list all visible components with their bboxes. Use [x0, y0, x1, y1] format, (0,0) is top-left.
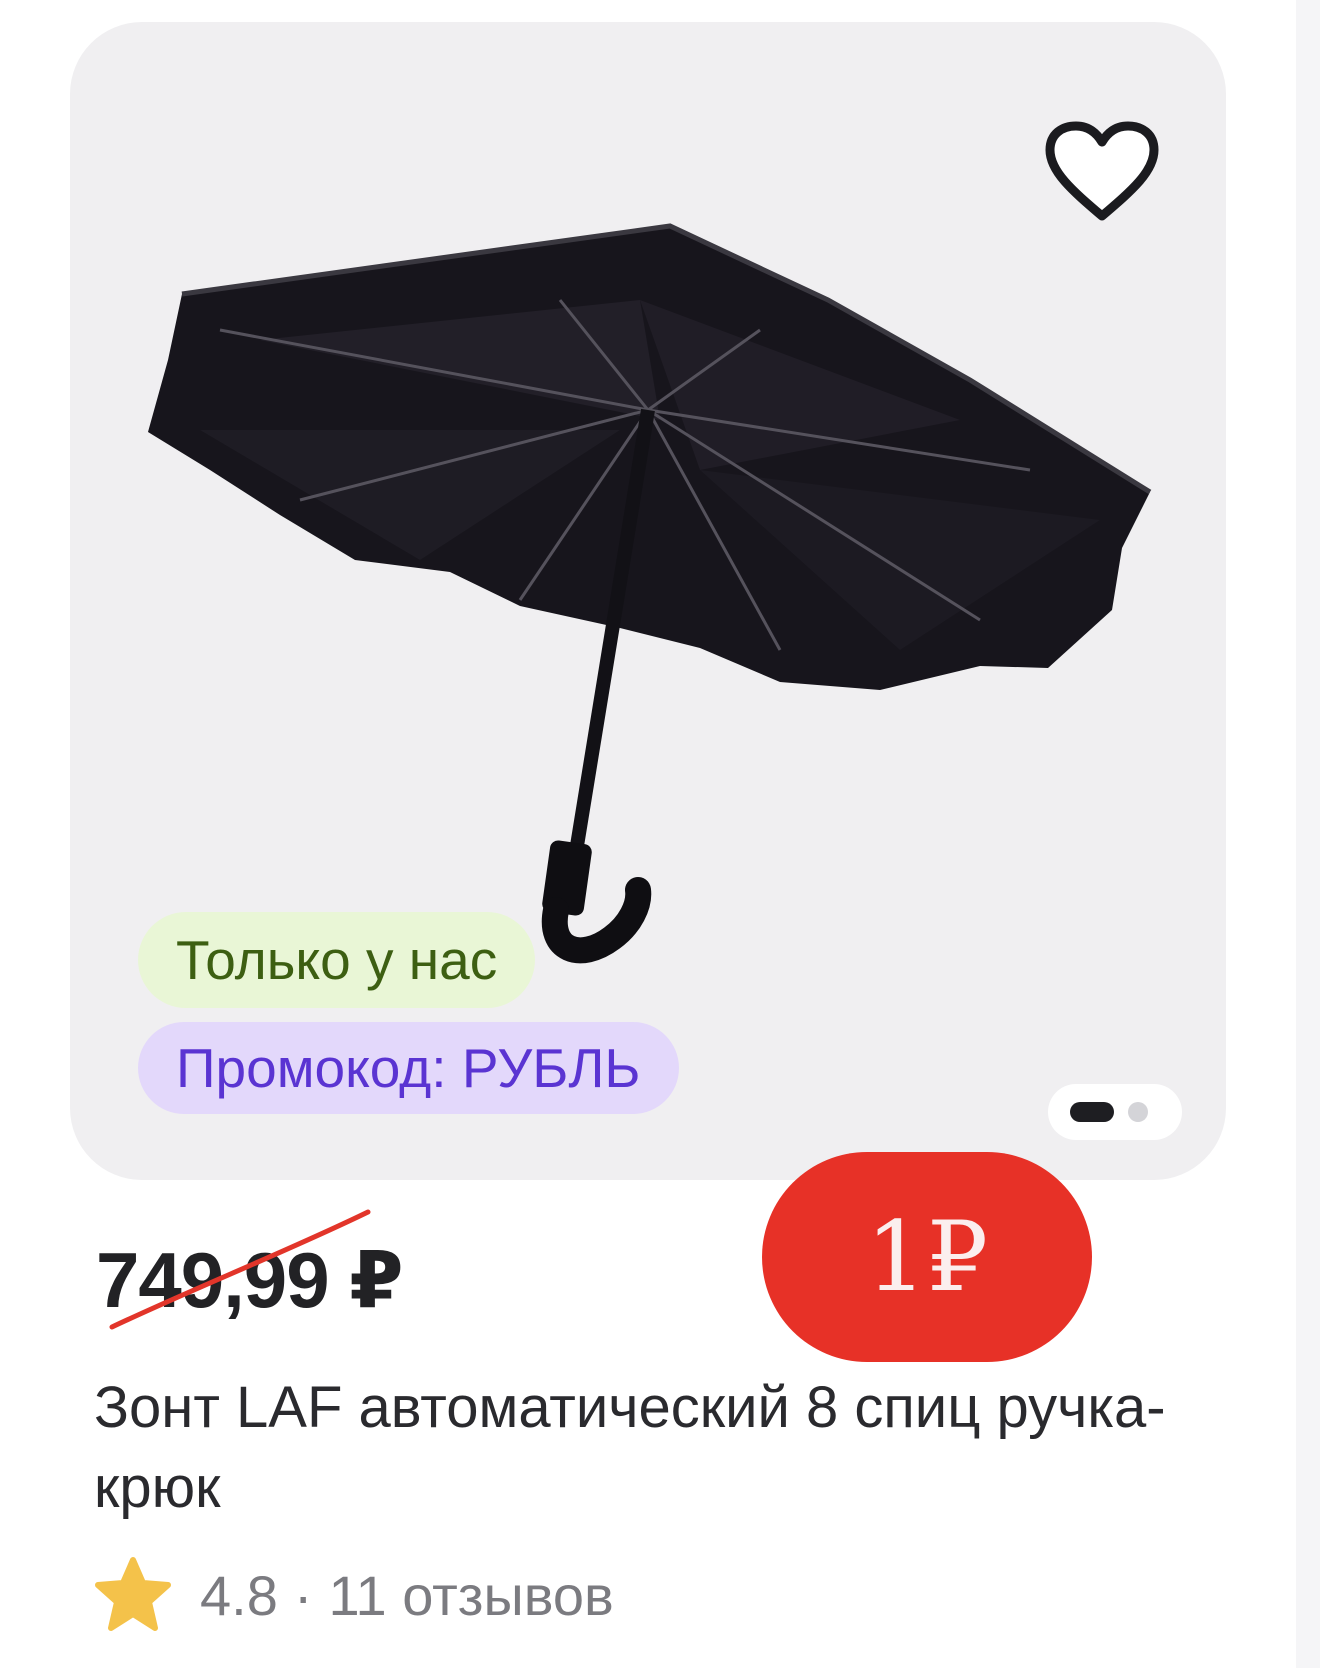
reviews-count[interactable]: 11 отзывов: [329, 1563, 614, 1628]
promo-code-badge[interactable]: Промокод: РУБЛЬ: [138, 1022, 679, 1114]
star-icon: [95, 1557, 171, 1631]
next-card-edge: [1296, 0, 1320, 1668]
favorite-button[interactable]: [1032, 102, 1172, 242]
old-price: 749,99 ₽: [96, 1236, 404, 1324]
rating-separator: ·: [293, 1563, 313, 1627]
image-pager[interactable]: [1048, 1084, 1182, 1140]
pager-dot-active[interactable]: [1070, 1102, 1114, 1122]
product-title[interactable]: Зонт LAF автоматический 8 спиц ручка-крю…: [94, 1368, 1274, 1528]
rating-row[interactable]: 4.8 · 11 отзывов: [94, 1555, 614, 1635]
product-image-card[interactable]: Только у нас Промокод: РУБЛЬ: [70, 22, 1226, 1180]
rating-value: 4.8: [200, 1563, 278, 1627]
exclusive-badge: Только у нас: [138, 912, 536, 1008]
new-price-badge: 1₽: [762, 1152, 1092, 1362]
heart-outline-icon: [1045, 121, 1159, 221]
pager-dot[interactable]: [1128, 1102, 1148, 1122]
